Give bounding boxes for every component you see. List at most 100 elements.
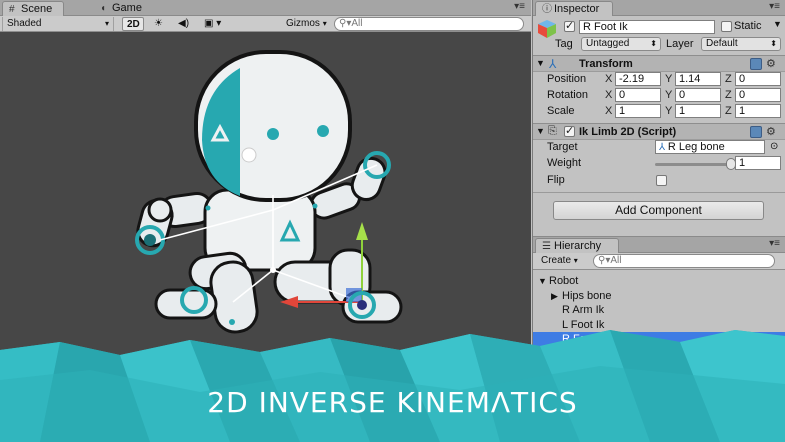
active-checkbox[interactable] — [564, 19, 575, 32]
object-picker-icon[interactable]: ⊙ — [770, 141, 778, 152]
transform-axes-icon: ⅄ — [659, 142, 668, 153]
flip-checkbox[interactable] — [656, 175, 667, 186]
robot-head — [194, 50, 352, 202]
tab-inspector[interactable]: ⓘ Inspector — [535, 1, 613, 16]
transform-axes-icon: ⅄ — [549, 57, 557, 71]
expand-triangle-icon[interactable]: ▶ — [551, 289, 558, 303]
scene-toolbar: Shaded ▾ 2D ☀ ◀) ▣ ▾ Gizmos ▾ ⚲▾All — [0, 16, 531, 32]
position-label: Position — [547, 73, 587, 85]
weight-slider-track[interactable] — [655, 163, 731, 166]
help-book-icon[interactable] — [750, 126, 762, 138]
hierarchy-item-l-arm-ik[interactable]: L Arm Ik — [533, 347, 785, 362]
position-x-field[interactable]: -2.19 — [615, 72, 661, 86]
hierarchy-options-icon[interactable]: ▾≡ — [769, 238, 780, 249]
hierarchy-item-robot[interactable]: ▼ Robot — [533, 274, 785, 289]
weight-label: Weight — [547, 157, 582, 169]
gear-icon[interactable]: ⚙ — [766, 57, 776, 70]
position-z-field[interactable]: 0 — [735, 72, 781, 86]
hierarchy-toolbar: Create ▾ ⚲▾All — [533, 253, 785, 270]
scene-view-panel[interactable]: # Scene ◖ Game ▾≡ Shaded ▾ 2D ☀ ◀) ▣ ▾ Giz… — [0, 0, 531, 442]
scale-y-field[interactable]: 1 — [675, 104, 721, 118]
scene-search-input[interactable]: ⚲▾All — [334, 17, 524, 31]
axis-z-label: Z — [725, 73, 732, 85]
inspector-panel: ⓘInspector ▾≡ R Foot Ik Static ▼ Tag Unt… — [532, 0, 785, 236]
chevron-down-icon[interactable]: ▼ — [773, 19, 782, 29]
axis-z-label: Z — [725, 89, 732, 101]
hierarchy-search-input[interactable]: ⚲▾All — [593, 254, 775, 268]
scale-z-field[interactable]: 1 — [735, 104, 781, 118]
rotation-label: Rotation — [547, 89, 588, 101]
component-enabled-checkbox[interactable] — [564, 124, 575, 137]
robot-left-arm — [135, 191, 214, 255]
chevron-down-icon: ⬍ — [650, 39, 657, 48]
effects-icon[interactable]: ▣ ▾ — [200, 17, 230, 31]
axis-z-label: Z — [725, 105, 732, 117]
gameobject-cube-icon — [537, 19, 557, 39]
mode-2d-toggle[interactable]: 2D — [122, 17, 144, 31]
axis-x-label: X — [605, 89, 613, 101]
chevron-down-icon: ⬍ — [770, 39, 777, 48]
chevron-down-icon: ▾ — [104, 19, 109, 28]
rotation-y-field[interactable]: 0 — [675, 88, 721, 102]
inspector-tabbar: ⓘ Inspector ▾≡ — [533, 0, 785, 16]
target-label: Target — [547, 141, 578, 153]
axis-y-label: Y — [665, 73, 673, 85]
chevron-down-icon: ▾ — [322, 19, 327, 28]
audio-icon[interactable]: ◀) — [174, 17, 194, 31]
scale-x-field[interactable]: 1 — [615, 104, 661, 118]
y-axis-handle[interactable] — [356, 222, 368, 240]
hierarchy-item-r-foot-ik[interactable]: R Foot Ik — [533, 332, 785, 347]
lighting-icon[interactable]: ☀ — [150, 17, 170, 31]
layer-dropdown[interactable]: Default ⬍ — [701, 37, 781, 51]
axis-x-label: X — [605, 105, 613, 117]
flip-label: Flip — [547, 174, 565, 186]
ik-limb-component-header[interactable]: ▼ ⎘ Ik Limb 2D (Script) ⚙ — [533, 123, 785, 140]
tag-dropdown[interactable]: Untagged ⬍ — [581, 37, 661, 51]
hierarchy-item-r-arm-ik[interactable]: R Arm Ik — [533, 303, 785, 318]
hips-joint[interactable] — [270, 267, 276, 273]
axis-y-label: Y — [665, 105, 673, 117]
weight-value-field[interactable]: 1 — [735, 156, 781, 170]
scene-tabbar: # Scene ◖ Game ▾≡ — [0, 0, 531, 16]
tag-label: Tag — [555, 38, 573, 50]
robot-right-leg — [273, 248, 403, 324]
create-dropdown[interactable]: Create ▾ — [537, 254, 587, 268]
scale-label: Scale — [547, 105, 575, 117]
collapse-triangle-icon[interactable]: ▼ — [536, 126, 545, 136]
grid-icon: # — [9, 4, 15, 15]
hierarchy-item-main-camera[interactable]: Main Camera — [533, 362, 785, 377]
hierarchy-item-l-foot-ik[interactable]: L Foot Ik — [533, 318, 785, 333]
collapse-triangle-icon[interactable]: ▼ — [536, 58, 545, 68]
pacman-icon: ◖ — [100, 3, 107, 14]
object-name-field[interactable]: R Foot Ik — [579, 20, 715, 34]
layer-label: Layer — [666, 38, 694, 50]
scene-canvas[interactable] — [0, 32, 531, 442]
hierarchy-item-hips-bone[interactable]: ▶ Hips bone — [533, 289, 785, 304]
help-book-icon[interactable] — [750, 58, 762, 70]
list-icon: ☰ — [542, 241, 551, 252]
shading-mode-dropdown[interactable]: Shaded ▾ — [2, 17, 114, 31]
axis-x-label: X — [605, 73, 613, 85]
position-y-field[interactable]: 1.14 — [675, 72, 721, 86]
tab-game[interactable]: ◖ Game — [94, 1, 154, 16]
hierarchy-panel: ☰ Hierarchy ▾≡ Create ▾ ⚲▾All ▼ Robot ▶ H… — [532, 236, 785, 442]
search-icon: ⚲▾ — [339, 18, 352, 29]
tab-scene[interactable]: # Scene — [2, 1, 64, 16]
inspector-options-icon[interactable]: ▾≡ — [769, 1, 780, 12]
transform-component-header[interactable]: ▼ ⅄ Transform ⚙ — [533, 55, 785, 72]
gizmos-dropdown[interactable]: Gizmos ▾ — [282, 17, 332, 31]
static-checkbox[interactable] — [721, 21, 732, 32]
divider — [533, 192, 785, 193]
rotation-x-field[interactable]: 0 — [615, 88, 661, 102]
axis-y-label: Y — [665, 89, 673, 101]
tab-options-icon[interactable]: ▾≡ — [514, 1, 525, 12]
expand-triangle-icon[interactable]: ▼ — [538, 274, 547, 288]
info-icon: ⓘ — [542, 4, 552, 15]
gear-icon[interactable]: ⚙ — [766, 125, 776, 138]
search-icon: ⚲▾ — [598, 255, 611, 266]
add-component-button[interactable]: Add Component — [553, 201, 764, 220]
target-object-field[interactable]: ⅄ R Leg bone — [655, 140, 765, 154]
rotation-z-field[interactable]: 0 — [735, 88, 781, 102]
chevron-down-icon: ▾ — [573, 256, 578, 265]
tab-hierarchy[interactable]: ☰ Hierarchy — [535, 238, 619, 253]
